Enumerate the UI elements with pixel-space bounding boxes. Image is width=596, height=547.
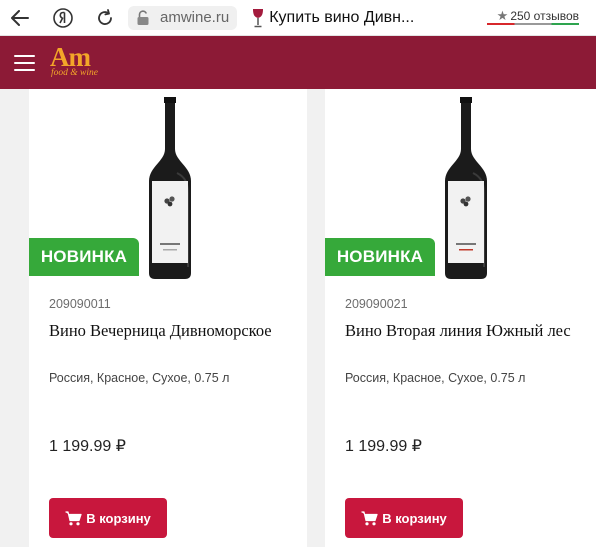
cart-icon — [65, 510, 82, 525]
reviews-link[interactable]: ★ 250 отзывов — [497, 8, 579, 24]
add-to-cart-label: В корзину — [382, 510, 447, 526]
lock-icon — [134, 9, 152, 27]
browser-toolbar: amwine.ru Купить вино Дивн... ★ 250 отзы… — [0, 0, 596, 36]
add-to-cart-button[interactable]: В корзину — [49, 498, 167, 538]
reload-icon[interactable] — [94, 7, 116, 29]
reviews-text: 250 отзывов — [510, 9, 579, 23]
wine-bottle-image — [149, 97, 191, 279]
address-bar[interactable]: amwine.ru — [128, 5, 238, 30]
back-arrow-icon[interactable] — [9, 7, 31, 29]
wine-bottle-image — [445, 97, 487, 279]
site-header: Am food & wine — [0, 36, 596, 89]
product-card[interactable]: НОВИНКА 209090011 Вино Вечерница Дивномо… — [29, 89, 307, 547]
star-icon: ★ — [496, 8, 509, 23]
tab-title-text: Купить вино Дивн... — [269, 8, 415, 26]
product-list: НОВИНКА 209090011 Вино Вечерница Дивномо… — [0, 89, 596, 547]
new-badge: НОВИНКА — [29, 238, 139, 276]
product-price: 1 199.99 ₽ — [345, 438, 422, 455]
product-name[interactable]: Вино Вторая линия Южный лес — [345, 321, 571, 341]
product-sku: 209090021 — [345, 297, 408, 311]
logo-tagline: food & wine — [51, 68, 98, 78]
add-to-cart-label: В корзину — [86, 510, 151, 526]
add-to-cart-button[interactable]: В корзину — [345, 498, 463, 538]
product-sku: 209090011 — [49, 297, 111, 311]
product-attributes: Россия, Красное, Сухое, 0.75 л — [345, 371, 526, 385]
rating-underline — [487, 23, 579, 25]
product-name[interactable]: Вино Вечерница Дивноморское — [49, 321, 272, 341]
new-badge: НОВИНКА — [325, 238, 435, 276]
cart-icon — [361, 510, 378, 525]
product-attributes: Россия, Красное, Сухое, 0.75 л — [49, 371, 230, 385]
yandex-icon[interactable] — [52, 7, 74, 29]
url-text: amwine.ru — [160, 9, 230, 26]
wine-glass-icon — [253, 8, 264, 27]
site-logo[interactable]: Am food & wine — [50, 42, 102, 80]
product-card[interactable]: НОВИНКА 209090021 Вино Вторая линия Южны… — [325, 89, 596, 547]
page-title: Купить вино Дивн... — [251, 8, 414, 28]
product-price: 1 199.99 ₽ — [49, 438, 126, 455]
menu-icon[interactable] — [14, 55, 35, 71]
